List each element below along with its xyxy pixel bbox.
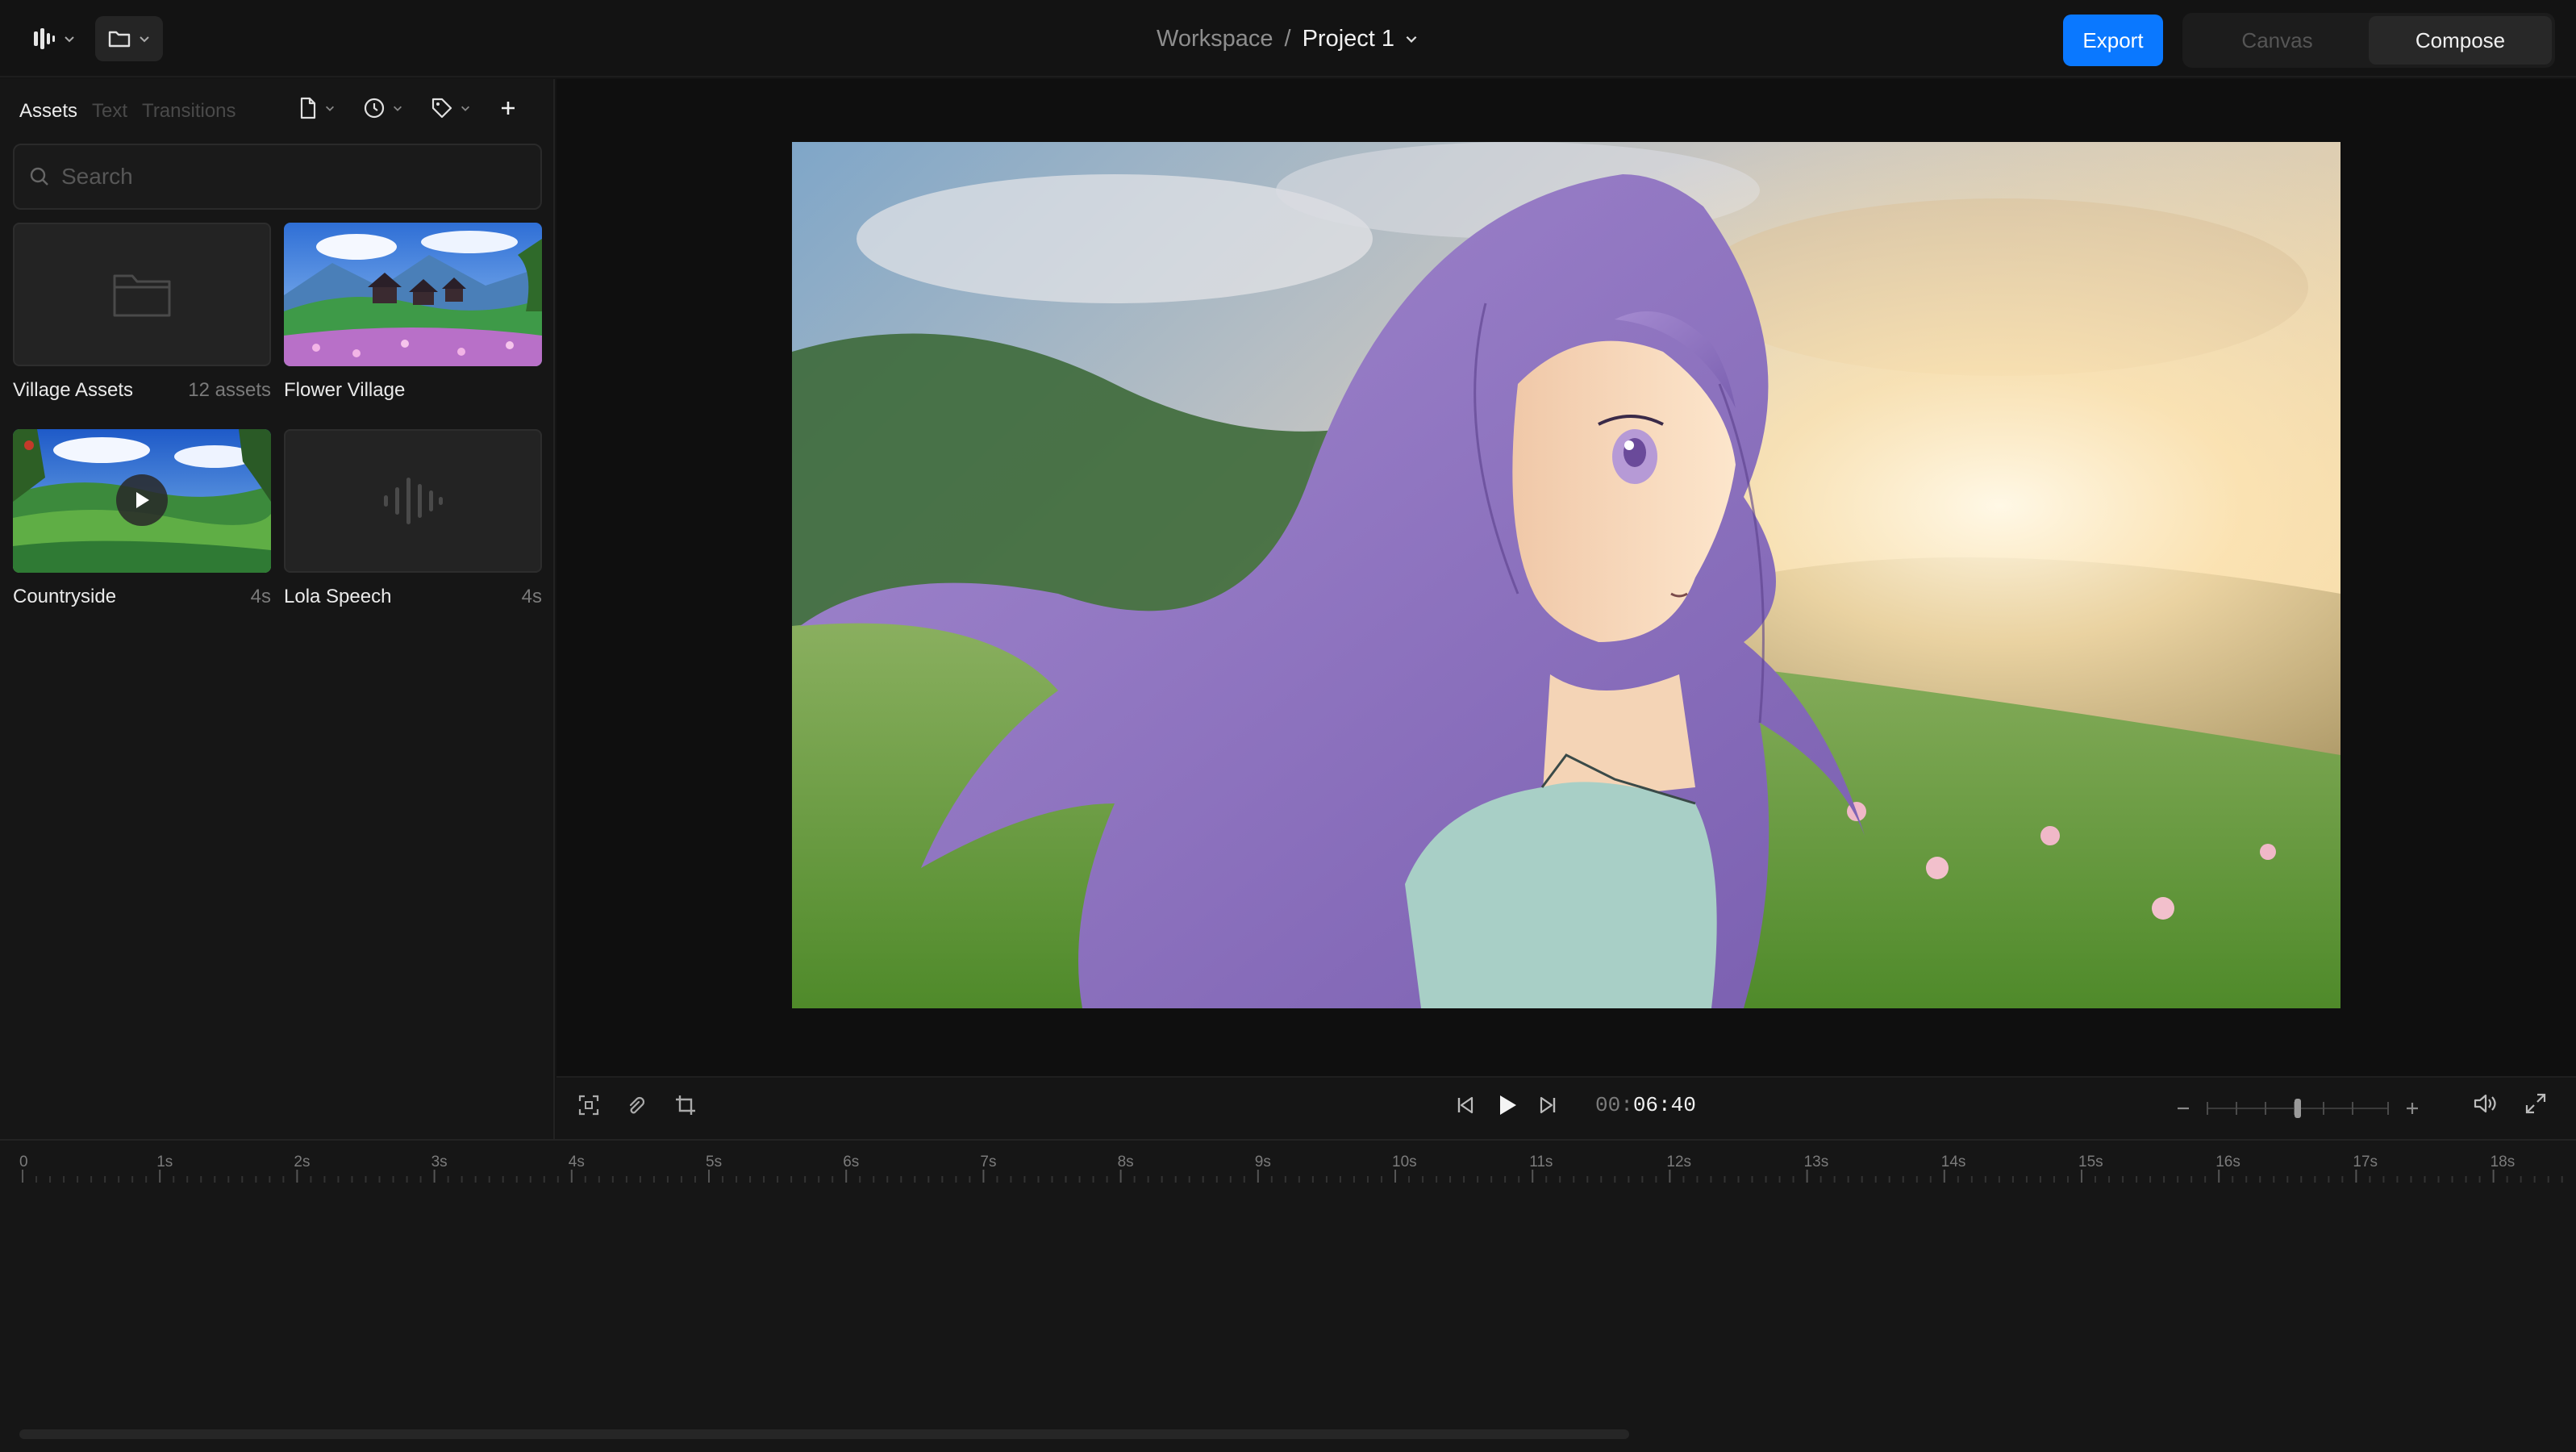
ruler-tick-label: 12s: [1666, 1154, 1692, 1170]
preview-area: [556, 79, 2576, 1076]
asset-name: Countryside: [13, 586, 117, 607]
ruler-tick-label: 5s: [706, 1154, 723, 1170]
asset-thumbnail: [13, 223, 271, 366]
asset-name: Village Assets: [13, 379, 133, 401]
asset-thumbnail: [284, 223, 542, 366]
ruler-tick-label: 6s: [843, 1154, 860, 1170]
fullscreen-icon[interactable]: [2524, 1092, 2547, 1115]
ruler-tick-label: 9s: [1254, 1154, 1271, 1170]
plus-icon: [498, 98, 518, 118]
asset-thumbnail: [13, 429, 271, 573]
panel-tabs: Assets Text Transitions: [19, 94, 236, 129]
breadcrumb-workspace[interactable]: Workspace: [1157, 26, 1273, 52]
recent-filter-dropdown[interactable]: [363, 97, 403, 119]
play-icon: [132, 490, 152, 511]
flower-village-thumbnail: [284, 223, 542, 366]
search-icon: [29, 166, 50, 187]
tag-filter-dropdown[interactable]: [431, 97, 471, 119]
ruler-tick-label: 11s: [1529, 1154, 1553, 1170]
ruler-tick-label: 15s: [2078, 1154, 2103, 1170]
ruler-tick-label: 3s: [431, 1154, 448, 1170]
ruler-tick-label: 18s: [2490, 1154, 2516, 1170]
asset-item[interactable]: Lola Speech 4s: [284, 429, 542, 608]
asset-item[interactable]: Village Assets 12 assets: [13, 223, 271, 402]
chevron-down-icon: [1404, 31, 1419, 46]
tab-assets[interactable]: Assets: [19, 100, 77, 123]
folder-icon: [107, 28, 131, 49]
search-field[interactable]: [13, 144, 542, 210]
breadcrumb: Workspace / Project 1: [1157, 23, 1419, 55]
file-filter-dropdown[interactable]: [298, 97, 336, 119]
chevron-down-icon: [460, 102, 471, 114]
search-input[interactable]: [61, 164, 513, 190]
timecode-prefix: 00:: [1595, 1093, 1633, 1117]
sticker-icon[interactable]: [626, 1094, 648, 1116]
tag-icon: [431, 97, 453, 119]
export-button[interactable]: Export: [2063, 15, 2163, 66]
tab-canvas[interactable]: Canvas: [2186, 16, 2369, 65]
ruler-tick-label: 7s: [980, 1154, 997, 1170]
volume-icon[interactable]: [2473, 1092, 2497, 1115]
anime-girl-preview-image: [792, 142, 2340, 1008]
zoom-slider-handle[interactable]: [2295, 1099, 2301, 1118]
asset-name: Flower Village: [284, 379, 406, 401]
timeline-ruler[interactable]: [0, 1141, 2576, 1184]
ruler-tick-label: 4s: [568, 1154, 585, 1170]
asset-duration: 4s: [250, 586, 271, 607]
skip-back-icon[interactable]: [1455, 1095, 1476, 1116]
ruler-tick-label: 0: [19, 1154, 28, 1170]
ruler-tick-label: 8s: [1117, 1154, 1134, 1170]
folder-icon: [110, 268, 174, 321]
breadcrumb-separator: /: [1284, 25, 1291, 52]
crop-icon[interactable]: [674, 1094, 697, 1116]
asset-duration: 4s: [521, 586, 542, 607]
ruler-tick-label: 13s: [1803, 1154, 1829, 1170]
file-icon: [298, 97, 318, 119]
chevron-down-icon: [392, 102, 403, 114]
ruler-tick-label: 1s: [156, 1154, 173, 1170]
timeline[interactable]: 0 1s 2s 3s 4s 5s 6s 7s 8s 9s 10s 11s 12s 13s 14s 15s 16s…: [0, 1139, 2576, 1452]
chevron-down-icon: [138, 32, 151, 45]
zoom-in-icon[interactable]: [2403, 1099, 2421, 1117]
asset-item[interactable]: Countryside 4s: [13, 429, 271, 608]
asset-thumbnail: [284, 429, 542, 573]
app-menu-button[interactable]: [24, 16, 85, 61]
project-name: Project 1: [1302, 25, 1395, 52]
add-asset-button[interactable]: [498, 98, 518, 118]
chevron-down-icon: [324, 102, 336, 114]
asset-item[interactable]: Flower Village: [284, 223, 542, 402]
audio-waveform-icon: [381, 473, 445, 529]
waveform-logo-icon: [32, 27, 56, 51]
timeline-zoom-slider[interactable]: [2207, 1092, 2389, 1124]
asset-name: Lola Speech: [284, 586, 392, 607]
timeline-scrollbar[interactable]: [19, 1429, 1629, 1439]
project-selector[interactable]: Project 1: [1303, 26, 1419, 52]
preview-canvas[interactable]: [792, 142, 2340, 1008]
folder-menu-button[interactable]: [95, 16, 163, 61]
ruler-tick-label: 14s: [1940, 1154, 1966, 1170]
clock-icon: [363, 97, 386, 119]
zoom-out-icon[interactable]: [2174, 1099, 2192, 1117]
tab-compose[interactable]: Compose: [2369, 16, 2552, 65]
skip-forward-icon[interactable]: [1537, 1095, 1558, 1116]
mode-switch: Canvas Compose: [2182, 13, 2555, 68]
play-video-button[interactable]: [116, 474, 168, 526]
tab-transitions[interactable]: Transitions: [142, 100, 236, 123]
asset-count: 12 assets: [188, 379, 271, 401]
fit-screen-icon[interactable]: [577, 1094, 600, 1116]
play-button[interactable]: [1494, 1092, 1519, 1118]
chevron-down-icon: [63, 32, 76, 45]
timecode-value: 06:40: [1632, 1093, 1696, 1117]
assets-panel: Assets Text Transitions Search Village A…: [0, 79, 555, 1139]
ruler-tick-label: 16s: [2215, 1154, 2240, 1170]
ruler-tick-label: 10s: [1392, 1154, 1417, 1170]
ruler-tick-label: 2s: [294, 1154, 311, 1170]
tab-text[interactable]: Text: [92, 100, 127, 123]
timecode: 00:06:40: [1595, 1093, 1696, 1117]
top-bar: Workspace / Project 1 Export Canvas Comp…: [0, 0, 2576, 77]
player-controls: 00:06:40: [556, 1076, 2576, 1139]
ruler-tick-label: 17s: [2353, 1154, 2378, 1170]
panel-toolbar: [298, 90, 518, 126]
